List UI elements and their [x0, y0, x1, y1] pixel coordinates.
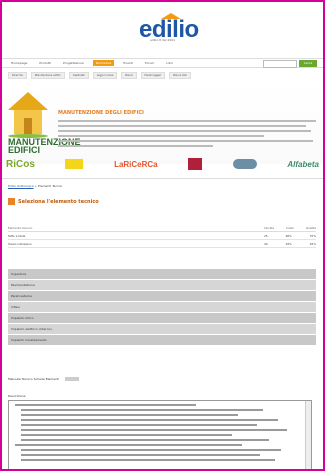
- pdf-icon[interactable]: [64, 377, 79, 381]
- description-textarea[interactable]: [8, 400, 312, 469]
- site-tagline: edilio.it dal 2001: [149, 38, 176, 42]
- row-cell: 25: [264, 233, 268, 238]
- elements-table: Elemento tecnico Durata Costo Qualita Te…: [8, 225, 316, 248]
- subnav-item-capitolati[interactable]: Capitolati: [68, 72, 89, 79]
- table-row[interactable]: Tetto a falde 25 60% 70%: [8, 232, 316, 240]
- list-item[interactable]: Copertura: [8, 269, 316, 280]
- site-header: edilio edilio.it dal 2001: [2, 2, 323, 60]
- table-header-left: Elemento tecnico: [8, 226, 33, 230]
- list-item[interactable]: Impianto idrico: [8, 313, 316, 324]
- breadcrumb-link[interactable]: Edilio-Sottosopra: [8, 184, 34, 188]
- subnav-item-prezzi[interactable]: Prezzi leggeri: [140, 72, 166, 79]
- subnav-item-manutenzione[interactable]: Manutenzione edifici: [30, 72, 65, 79]
- subnav-item-banca-dati[interactable]: Banca dati: [169, 72, 191, 79]
- subnav-item-leggi[interactable]: Leggi in linea: [92, 72, 118, 79]
- nav-item-normativa[interactable]: Normativa: [92, 60, 115, 66]
- breadcrumb: Edilio-Sottosopra > Elementi Tecnici: [8, 184, 62, 188]
- list-item[interactable]: Pareti esterne: [8, 291, 316, 302]
- section-header: Seleziona l'elemento tecnico: [8, 198, 99, 205]
- nav-item-homepage[interactable]: Homepage: [8, 60, 30, 66]
- main-content: Edilio-Sottosopra > Elementi Tecnici Sel…: [2, 178, 323, 469]
- table-row[interactable]: Solaio interpiano 40 25% 45%: [8, 240, 316, 248]
- description-label: Descrizione: [8, 394, 26, 398]
- nav-item-libri[interactable]: Libri: [163, 60, 175, 66]
- sponsor-logo-ricos[interactable]: RiCos: [6, 159, 35, 170]
- banner-heading: MANUTENZIONE DEGLI EDIFICI: [58, 110, 144, 116]
- sponsor-logo-alfabeta[interactable]: Alfabeta: [287, 160, 319, 169]
- search-button[interactable]: Cerca: [299, 60, 317, 67]
- row-cell: 40: [264, 241, 268, 246]
- table-header-costo: Costo: [286, 226, 294, 230]
- row-label: Solaio interpiano: [8, 241, 32, 246]
- page-frame: edilio edilio.it dal 2001 Homepage Prodo…: [0, 0, 325, 471]
- row-cell: 25%: [285, 241, 292, 246]
- banner-text-block: [58, 120, 316, 150]
- table-header-durata: Durata: [264, 226, 274, 230]
- row-label: Tetto a falde: [8, 233, 26, 238]
- textarea-scrollbar[interactable]: [305, 401, 311, 469]
- sponsor-logo-yellow[interactable]: [65, 159, 84, 169]
- nav-item-progettazione[interactable]: Progettazione: [60, 60, 87, 66]
- sub-navigation: Ricerche Manutenzione edifici Capitolati…: [8, 72, 191, 79]
- subnav-item-bandi[interactable]: Bandi: [121, 72, 137, 79]
- table-header: Elemento tecnico Durata Costo Qualita: [8, 225, 316, 232]
- manual-link[interactable]: Manuale Tecnico Schede Elementi: [8, 377, 59, 381]
- row-cell: 60%: [285, 233, 292, 238]
- list-item[interactable]: Pavimentazione: [8, 280, 316, 291]
- section-title: Seleziona l'elemento tecnico: [18, 198, 99, 205]
- section-icon: [8, 198, 15, 205]
- list-item[interactable]: Impianto riscaldamento: [8, 335, 316, 346]
- sponsor-logo-blue[interactable]: [232, 159, 257, 169]
- sponsor-logo-red[interactable]: [188, 158, 203, 170]
- sponsor-logo-laricerca[interactable]: LaRiCeRCa: [114, 160, 158, 169]
- nav-item-eventi[interactable]: Eventi: [120, 60, 135, 66]
- list-item[interactable]: Infissi: [8, 302, 316, 313]
- list-item[interactable]: Impianto elettrico (interno): [8, 324, 316, 335]
- search-input[interactable]: [263, 60, 297, 68]
- subnav-item-ricerche[interactable]: Ricerche: [8, 72, 27, 79]
- manual-link-row: Manuale Tecnico Schede Elementi: [8, 377, 79, 381]
- nav-item-prodotti[interactable]: Prodotti: [36, 60, 54, 66]
- row-cell: 70%: [309, 233, 316, 238]
- house-icon: [8, 92, 48, 138]
- breadcrumb-current: Elementi Tecnici: [38, 184, 63, 188]
- row-cell: 45%: [309, 241, 316, 246]
- element-list: Copertura Pavimentazione Pareti esterne …: [8, 269, 316, 346]
- nav-item-forum[interactable]: Forum: [142, 60, 158, 66]
- table-header-qualita: Qualita: [305, 226, 316, 230]
- sponsor-strip: RiCos LaRiCeRCa Alfabeta: [2, 152, 323, 176]
